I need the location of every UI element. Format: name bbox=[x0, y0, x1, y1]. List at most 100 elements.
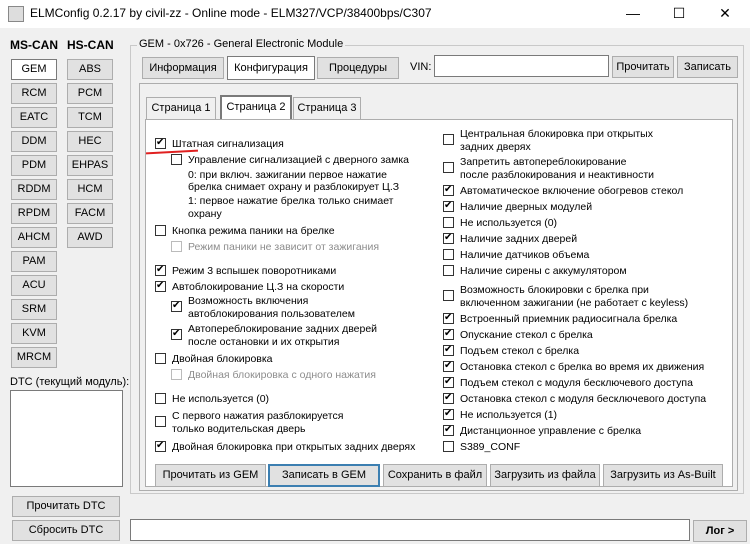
maximize-button[interactable]: ☐ bbox=[656, 0, 702, 28]
checkbox[interactable] bbox=[171, 328, 182, 340]
checkbox[interactable] bbox=[443, 376, 454, 388]
right-option-9[interactable]: Возможность блокировки с брелка при включ… bbox=[443, 284, 728, 310]
left-option-12[interactable]: С первого нажатия разблокируется только в… bbox=[155, 410, 440, 436]
read-vin-button[interactable]: Прочитать bbox=[612, 56, 674, 78]
write-vin-button[interactable]: Записать bbox=[677, 56, 738, 78]
left-option-4[interactable]: Режим паники не зависит от зажигания bbox=[171, 241, 456, 254]
clear-dtc-button[interactable]: Сбросить DTC bbox=[12, 520, 120, 541]
checkbox[interactable] bbox=[171, 154, 182, 165]
tab-procedures[interactable]: Процедуры bbox=[317, 57, 399, 79]
right-option-14[interactable]: Подъем стекол с модуля бесключевого дост… bbox=[443, 376, 728, 390]
checkbox[interactable] bbox=[155, 353, 166, 364]
hs-can-button-facm[interactable]: FACM bbox=[67, 203, 113, 224]
checkbox[interactable] bbox=[443, 360, 454, 372]
left-option-6[interactable]: Автоблокирование Ц.З на скорости bbox=[155, 280, 440, 294]
hs-can-button-abs[interactable]: ABS bbox=[67, 59, 113, 80]
right-option-8[interactable]: Наличие сирены с аккумулятором bbox=[443, 265, 728, 278]
right-option-3[interactable]: Автоматическое включение обогревов стеко… bbox=[443, 184, 728, 198]
right-option-7[interactable]: Наличие датчиков объема bbox=[443, 249, 728, 262]
right-option-15[interactable]: Остановка стекол с модуля бесключевого д… bbox=[443, 392, 728, 406]
left-option-3[interactable]: Кнопка режима паники на брелке bbox=[155, 225, 440, 238]
write-to-gem-button[interactable]: Записать в GEM bbox=[268, 464, 380, 487]
checkbox[interactable] bbox=[443, 265, 454, 276]
ms-can-button-ahcm[interactable]: AHCM bbox=[11, 227, 57, 248]
tab-page-3[interactable]: Страница 3 bbox=[293, 97, 361, 119]
log-field[interactable] bbox=[130, 519, 690, 541]
log-toggle-button[interactable]: Лог > bbox=[693, 520, 747, 542]
right-option-1[interactable]: Центральная блокировка при открытых задни… bbox=[443, 128, 728, 154]
dtc-list[interactable] bbox=[10, 390, 123, 487]
hs-can-button-hec[interactable]: HEC bbox=[67, 131, 113, 152]
ms-can-button-ddm[interactable]: DDM bbox=[11, 131, 57, 152]
ms-can-button-srm[interactable]: SRM bbox=[11, 299, 57, 320]
load-from-asbuilt-button[interactable]: Загрузить из As-Built bbox=[603, 464, 723, 487]
right-option-18[interactable]: S389_CONF bbox=[443, 441, 728, 454]
right-option-10[interactable]: Встроенный приемник радиосигнала брелка bbox=[443, 312, 728, 326]
ms-can-button-pdm[interactable]: PDM bbox=[11, 155, 57, 176]
checkbox[interactable] bbox=[443, 232, 454, 244]
checkbox[interactable] bbox=[443, 392, 454, 404]
ms-can-button-acu[interactable]: ACU bbox=[11, 275, 57, 296]
left-option-7[interactable]: Возможность включенияавтоблокирования по… bbox=[171, 295, 456, 321]
right-option-5[interactable]: Не используется (0) bbox=[443, 217, 728, 230]
ms-can-button-gem[interactable]: GEM bbox=[11, 59, 57, 80]
checkbox[interactable] bbox=[443, 200, 454, 212]
checkbox[interactable] bbox=[443, 424, 454, 436]
right-option-12[interactable]: Подъем стекол с брелка bbox=[443, 344, 728, 358]
checkbox[interactable] bbox=[443, 184, 454, 196]
hs-can-button-awd[interactable]: AWD bbox=[67, 227, 113, 248]
checkbox[interactable] bbox=[171, 369, 182, 380]
vin-input[interactable] bbox=[434, 55, 609, 77]
left-option-8[interactable]: Автопереблокирование задних дверейпосле … bbox=[171, 323, 456, 349]
checkbox[interactable] bbox=[155, 264, 166, 276]
tab-page-1[interactable]: Страница 1 bbox=[146, 97, 216, 119]
checkbox[interactable] bbox=[155, 137, 166, 149]
right-option-17[interactable]: Дистанционное управление с брелка bbox=[443, 424, 728, 438]
checkbox[interactable] bbox=[155, 280, 166, 292]
right-option-16[interactable]: Не используется (1) bbox=[443, 408, 728, 422]
checkbox[interactable] bbox=[443, 328, 454, 340]
left-option-13[interactable]: Двойная блокировка при открытых задних д… bbox=[155, 440, 440, 454]
checkbox[interactable] bbox=[155, 440, 166, 452]
left-option-9[interactable]: Двойная блокировка bbox=[155, 353, 440, 366]
ms-can-button-mrcm[interactable]: MRCM bbox=[11, 347, 57, 368]
ms-can-button-rcm[interactable]: RCM bbox=[11, 83, 57, 104]
right-option-11[interactable]: Опускание стекол с брелка bbox=[443, 328, 728, 342]
checkbox[interactable] bbox=[443, 217, 454, 228]
left-option-2[interactable]: Управление сигнализацией с дверного замк… bbox=[171, 154, 456, 167]
checkbox[interactable] bbox=[443, 249, 454, 260]
ms-can-button-pam[interactable]: PAM bbox=[11, 251, 57, 272]
checkbox[interactable] bbox=[155, 393, 166, 404]
minimize-button[interactable]: — bbox=[610, 0, 656, 28]
read-dtc-button[interactable]: Прочитать DTC bbox=[12, 496, 120, 517]
tab-config[interactable]: Конфигурация bbox=[227, 56, 315, 80]
read-from-gem-button[interactable]: Прочитать из GEM bbox=[155, 464, 266, 487]
left-option-10[interactable]: Двойная блокировка с одного нажатия bbox=[171, 369, 456, 382]
checkbox[interactable] bbox=[155, 225, 166, 236]
checkbox[interactable] bbox=[443, 290, 454, 301]
tab-page-2[interactable]: Страница 2 bbox=[220, 95, 292, 119]
checkbox[interactable] bbox=[155, 416, 166, 427]
load-from-file-button[interactable]: Загрузить из файла bbox=[490, 464, 600, 487]
right-option-6[interactable]: Наличие задних дверей bbox=[443, 232, 728, 246]
right-option-2[interactable]: Запретить автопереблокирование после разб… bbox=[443, 156, 728, 182]
ms-can-button-rpdm[interactable]: RPDM bbox=[11, 203, 57, 224]
hs-can-button-pcm[interactable]: PCM bbox=[67, 83, 113, 104]
ms-can-button-eatc[interactable]: EATC bbox=[11, 107, 57, 128]
checkbox[interactable] bbox=[171, 300, 182, 312]
ms-can-button-rddm[interactable]: RDDM bbox=[11, 179, 57, 200]
right-option-13[interactable]: Остановка стекол с брелка во время их дв… bbox=[443, 360, 728, 374]
ms-can-button-kvm[interactable]: KVM bbox=[11, 323, 57, 344]
hs-can-button-tcm[interactable]: TCM bbox=[67, 107, 113, 128]
checkbox[interactable] bbox=[443, 344, 454, 356]
checkbox[interactable] bbox=[443, 408, 454, 420]
checkbox[interactable] bbox=[443, 441, 454, 452]
checkbox[interactable] bbox=[443, 312, 454, 324]
save-to-file-button[interactable]: Сохранить в файл bbox=[383, 464, 487, 487]
tab-info[interactable]: Информация bbox=[142, 57, 224, 79]
hs-can-button-hcm[interactable]: HCM bbox=[67, 179, 113, 200]
close-button[interactable]: ✕ bbox=[702, 0, 748, 28]
checkbox[interactable] bbox=[171, 241, 182, 252]
left-option-5[interactable]: Режим 3 вспышек поворотниками bbox=[155, 264, 440, 278]
hs-can-button-ehpas[interactable]: EHPAS bbox=[67, 155, 113, 176]
